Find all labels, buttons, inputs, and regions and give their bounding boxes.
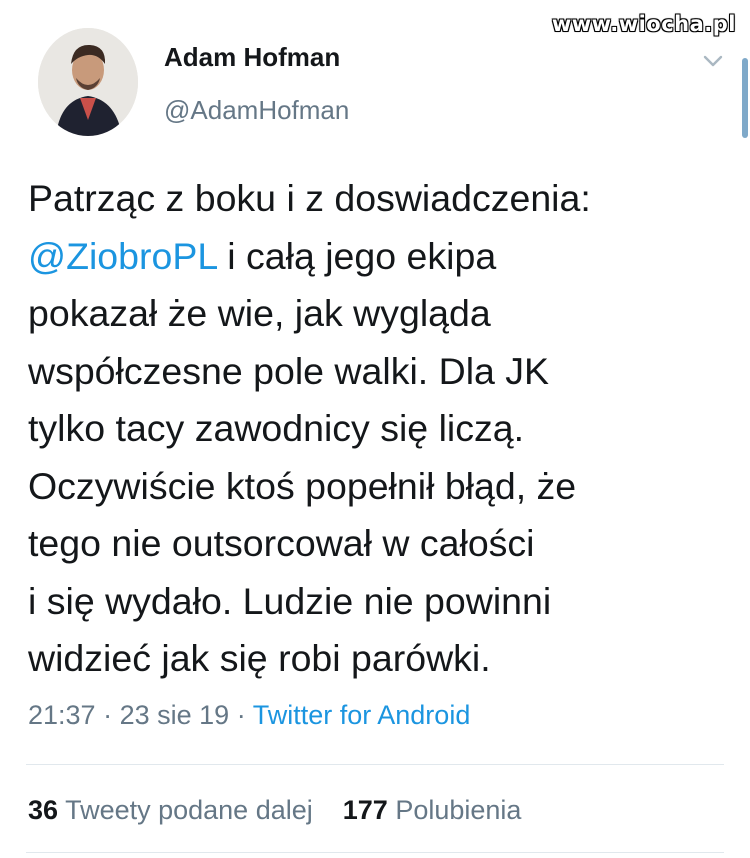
tweet-line: widzieć jak się robi parówki.	[28, 637, 491, 679]
tweet-stats: 36 Tweety podane dalej 177 Polubienia	[28, 795, 521, 826]
tweet-line: tylko tacy zawodnicy się liczą.	[28, 407, 525, 449]
tweet-line: tego nie outsorcował w całości	[28, 522, 535, 564]
author-name[interactable]: Adam Hofman	[164, 42, 340, 73]
divider	[26, 764, 724, 765]
tweet-line: Patrząc z boku i z doswiadczenia:	[28, 177, 591, 219]
chevron-down-icon[interactable]	[702, 50, 724, 72]
tweet-text: Patrząc z boku i z doswiadczenia: @Ziobr…	[28, 170, 728, 688]
avatar-image	[38, 28, 138, 136]
tweet-line-with-mention: @ZiobroPL i całą jego ekipa	[28, 228, 728, 286]
likes-stat[interactable]: 177 Polubienia	[343, 795, 522, 825]
scrollbar[interactable]	[742, 58, 748, 138]
tweet-line-text: i całą jego ekipa	[227, 234, 497, 277]
tweet-time: 21:37	[28, 700, 96, 730]
divider	[26, 852, 724, 853]
tweet-line: i się wydało. Ludzie nie powinni	[28, 579, 552, 622]
author-handle[interactable]: @AdamHofman	[164, 95, 349, 126]
tweet-line: współczesne pole walki. Dla JK	[28, 349, 550, 392]
tweet-source-link[interactable]: Twitter for Android	[253, 700, 471, 730]
tweet-line: Oczywiście ktoś popełnił błąd, że	[28, 464, 577, 507]
meta-separator: ·	[236, 700, 246, 730]
retweets-stat[interactable]: 36 Tweety podane dalej	[28, 795, 313, 825]
mention-link[interactable]: @ZiobroPL	[28, 235, 217, 277]
tweet-date: 23 sie 19	[119, 700, 230, 730]
retweets-label: Tweety podane dalej	[65, 795, 313, 825]
avatar[interactable]	[38, 28, 138, 136]
tweet-header: Adam Hofman @AdamHofman	[38, 28, 730, 138]
likes-count: 177	[342, 795, 388, 825]
retweets-count: 36	[28, 795, 59, 825]
tweet-line: pokazał że wie, jak wygląda	[28, 292, 491, 334]
likes-label: Polubienia	[395, 795, 522, 825]
tweet-meta: 21:37 · 23 sie 19 · Twitter for Android	[28, 700, 470, 731]
meta-separator: ·	[103, 700, 113, 730]
